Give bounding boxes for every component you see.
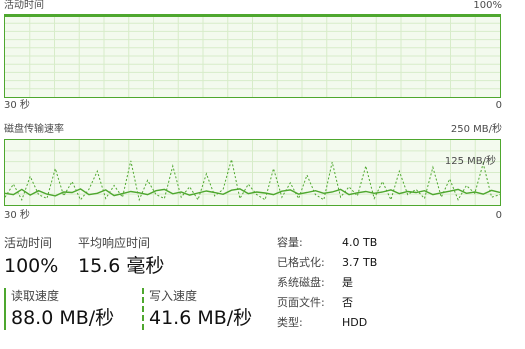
property-value: 是 (342, 276, 353, 289)
activity-graph (4, 14, 501, 98)
transfer-graph-title: 磁盘传输速率 (4, 124, 64, 135)
transfer-graph-mid-label: 125 MB/秒 (444, 156, 496, 167)
write-speed-indicator (142, 288, 144, 330)
transfer-graph-canvas (5, 140, 500, 205)
read-speed-value: 88.0 MB/秒 (11, 307, 115, 329)
property-label: 已格式化: (277, 256, 325, 269)
active-time-value: 100% (4, 255, 59, 277)
transfer-graph-min-label: 0 (495, 210, 502, 221)
property-label: 页面文件: (277, 296, 325, 309)
property-label: 系统磁盘: (277, 276, 325, 289)
transfer-graph: 125 MB/秒 (4, 139, 501, 206)
activity-graph-title: 活动时间 (4, 0, 44, 11)
avg-response-value: 15.6 毫秒 (78, 255, 165, 277)
write-speed-value: 41.6 MB/秒 (149, 307, 253, 329)
active-time-label: 活动时间 (4, 236, 53, 250)
property-value: 3.7 TB (342, 256, 378, 269)
property-value: 否 (342, 296, 353, 309)
read-speed-indicator (4, 288, 6, 330)
avg-response-label: 平均响应时间 (78, 236, 151, 250)
activity-graph-min-label: 0 (495, 100, 502, 111)
property-label: 容量: (277, 236, 303, 249)
property-label: 类型: (277, 316, 303, 329)
transfer-graph-max-label: 250 MB/秒 (450, 124, 502, 135)
property-value: 4.0 TB (342, 236, 378, 249)
activity-graph-max-label: 100% (473, 0, 502, 11)
read-speed-label: 读取速度 (11, 289, 60, 303)
transfer-graph-time-label: 30 秒 (4, 210, 30, 221)
activity-graph-time-label: 30 秒 (4, 100, 30, 111)
property-value: HDD (342, 316, 368, 329)
activity-graph-canvas (5, 15, 500, 97)
write-speed-label: 写入速度 (149, 289, 198, 303)
